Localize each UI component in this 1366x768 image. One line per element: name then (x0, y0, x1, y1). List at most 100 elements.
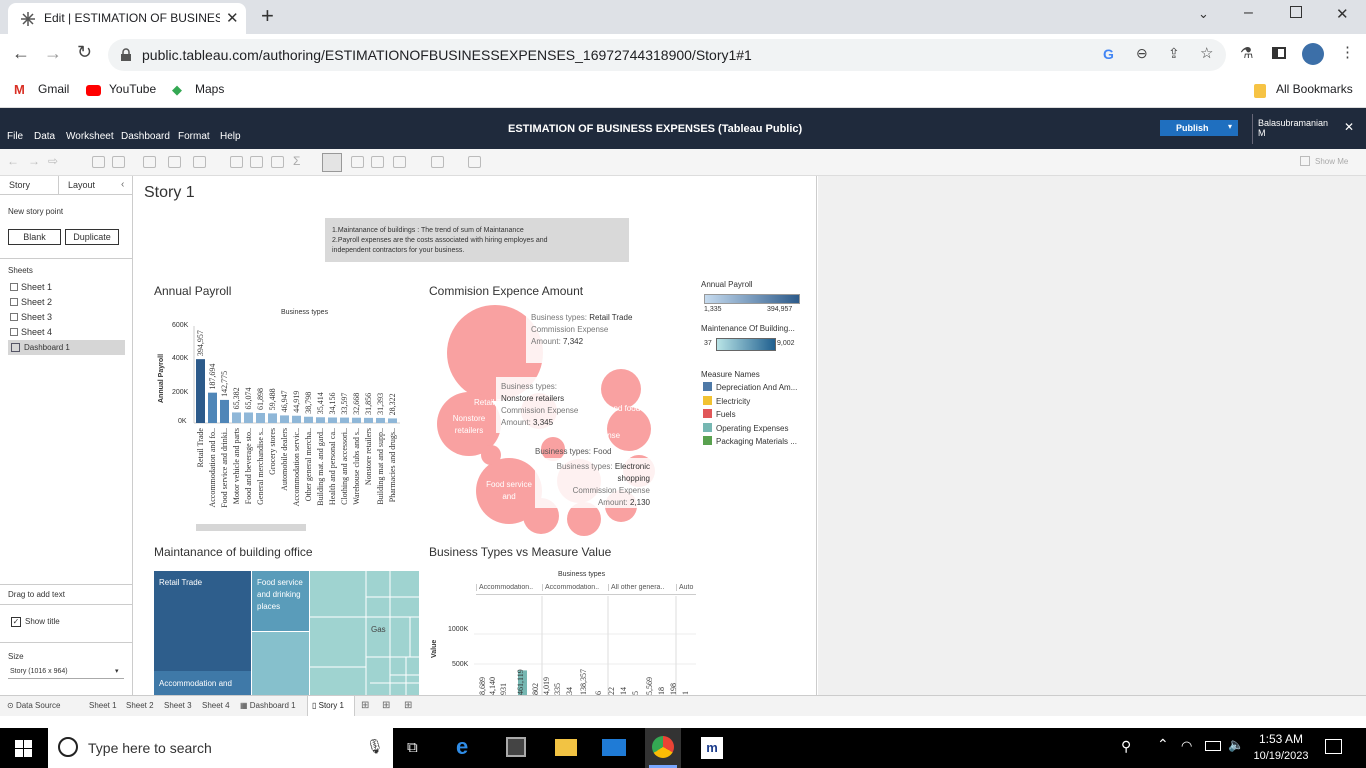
forward-icon[interactable]: → (44, 43, 62, 64)
bookmark-youtube[interactable]: YouTube (109, 82, 156, 96)
menu-format[interactable]: Format (178, 131, 210, 142)
commission-bubble-chart[interactable]: Retail Trade Nonstore retailers Food ser… (429, 301, 694, 536)
google-icon[interactable]: G (1103, 46, 1114, 62)
tab-sheet-2[interactable]: Sheet 2 (126, 701, 154, 710)
mail-icon[interactable] (602, 739, 626, 756)
connect-icon[interactable] (168, 156, 181, 168)
clock-date[interactable]: 10/19/2023 (1250, 750, 1312, 762)
menu-data[interactable]: Data (34, 131, 55, 142)
new-worksheet-icon[interactable]: ⊞ (361, 700, 369, 711)
close-icon[interactable]: ✕ (1344, 120, 1354, 134)
tab-layout[interactable]: Layout (68, 180, 95, 190)
payroll-color-ramp[interactable] (704, 294, 800, 304)
omnibox[interactable]: public.tableau.com/authoring/ESTIMATIONO… (108, 39, 1226, 71)
legend-item[interactable]: Fuels (703, 409, 736, 419)
tab-sheet-1[interactable]: Sheet 1 (89, 701, 117, 710)
payroll-bar[interactable] (340, 417, 349, 423)
highlight-icon[interactable] (322, 153, 342, 172)
annual-payroll-chart[interactable]: Business types Annual Payroll 600K 400K … (154, 306, 424, 533)
menu-worksheet[interactable]: Worksheet (66, 131, 114, 142)
treemap-cell[interactable] (252, 632, 309, 695)
tableau-app-icon[interactable]: m (701, 737, 723, 759)
duplicate-sheet-icon[interactable] (112, 156, 125, 168)
chevron-down-icon[interactable]: ⌄ (1198, 6, 1209, 22)
business-types-chart[interactable]: Business types Accommodation.. Accommoda… (426, 568, 696, 695)
minimize-icon[interactable]: – (1244, 4, 1253, 22)
maintenance-treemap[interactable]: Retail Trade Food service and drinking p… (154, 571, 419, 695)
sheet-item-2[interactable]: Sheet 2 (10, 297, 52, 307)
bookmark-maps[interactable]: Maps (195, 82, 224, 96)
chrome-taskbar-button[interactable] (645, 728, 681, 768)
share-icon[interactable]: ⇪ (1168, 45, 1180, 62)
more-menu-icon[interactable]: ⋮ (1340, 43, 1355, 61)
payroll-bar[interactable] (292, 415, 301, 423)
share-view-icon[interactable] (468, 156, 481, 168)
replay-icon[interactable]: ⇨ (48, 154, 58, 168)
restore-icon[interactable] (1290, 6, 1302, 18)
collapse-icon[interactable]: ‹ (121, 179, 124, 190)
bubble[interactable] (601, 369, 641, 409)
payroll-bar[interactable] (328, 417, 337, 423)
sheet-item-3[interactable]: Sheet 3 (10, 312, 52, 322)
windows-start-icon[interactable] (15, 740, 32, 757)
payroll-bar[interactable] (208, 392, 217, 423)
battery-icon[interactable] (1205, 741, 1221, 751)
annotate-icon[interactable] (371, 156, 384, 168)
tab-story[interactable]: Story (9, 180, 30, 190)
close-window-icon[interactable]: ✕ (1336, 5, 1349, 23)
people-icon[interactable]: ⚲ (1121, 738, 1131, 755)
presentation-icon[interactable] (431, 156, 444, 168)
extensions-icon[interactable]: ⚗ (1240, 44, 1253, 62)
new-sheet-icon[interactable] (92, 156, 105, 168)
task-view-icon[interactable]: ⧉ (407, 739, 418, 756)
payroll-bar[interactable] (280, 415, 289, 423)
legend-item[interactable]: Packaging Materials ... (703, 436, 797, 446)
wifi-icon[interactable]: ◠ (1181, 738, 1192, 754)
swap-icon[interactable] (230, 156, 243, 168)
redo-icon[interactable]: → (28, 154, 40, 168)
story-caption[interactable]: 1.Maintanance of buildings : The trend o… (325, 218, 629, 262)
bookmark-gmail[interactable]: Gmail (38, 82, 69, 96)
tab-sheet-3[interactable]: Sheet 3 (164, 701, 192, 710)
profile-avatar[interactable] (1302, 43, 1324, 65)
reload-icon[interactable]: ↻ (77, 42, 92, 63)
sheet-item-dashboard-1[interactable]: Dashboard 1 (8, 340, 125, 355)
blank-button[interactable]: Blank (8, 229, 61, 245)
all-bookmarks[interactable]: All Bookmarks (1276, 82, 1353, 96)
legend-item[interactable]: Depreciation And Am... (703, 382, 797, 392)
publish-button[interactable]: Publish ▾ (1160, 120, 1238, 136)
file-explorer-icon[interactable] (555, 739, 577, 756)
payroll-bar[interactable] (196, 359, 205, 423)
user-name[interactable]: Balasubramanian M (1258, 118, 1334, 138)
payroll-bar[interactable] (268, 413, 277, 423)
clear-icon[interactable] (193, 156, 206, 168)
clock-time[interactable]: 1:53 AM (1252, 732, 1310, 746)
notifications-icon[interactable] (1325, 739, 1342, 754)
fit-icon[interactable] (393, 156, 406, 168)
sort-desc-icon[interactable] (271, 156, 284, 168)
side-panel-icon[interactable] (1272, 47, 1286, 59)
payroll-bar[interactable] (256, 412, 265, 423)
tab-story-1[interactable]: ▯ Story 1 (307, 696, 355, 716)
undo-icon[interactable]: ← (7, 154, 19, 168)
bubble[interactable] (607, 407, 651, 451)
legend-item[interactable]: Operating Expenses (703, 422, 789, 433)
payroll-bar[interactable] (220, 399, 229, 423)
new-dashboard-icon[interactable]: ⊞ (382, 700, 390, 711)
sheet-item-1[interactable]: Sheet 1 (10, 282, 52, 292)
maintenance-color-ramp[interactable] (716, 338, 776, 351)
store-icon[interactable] (506, 737, 526, 757)
payroll-bar[interactable] (364, 417, 373, 423)
new-story-icon[interactable]: ⊞ (404, 700, 412, 711)
menu-dashboard[interactable]: Dashboard (121, 131, 170, 142)
label-icon[interactable] (351, 156, 364, 168)
payroll-bar[interactable] (304, 416, 313, 423)
taskbar-search-box[interactable]: Type here to search 🎙 (48, 728, 393, 768)
sort-asc-icon[interactable] (250, 156, 263, 168)
payroll-bar[interactable] (232, 412, 241, 423)
microphone-icon[interactable]: 🎙 (366, 738, 384, 755)
payroll-bar[interactable] (316, 417, 325, 423)
payroll-bar[interactable] (244, 412, 253, 423)
zoom-icon[interactable]: ⊖ (1136, 45, 1148, 62)
sum-icon[interactable]: Σ (293, 154, 300, 168)
